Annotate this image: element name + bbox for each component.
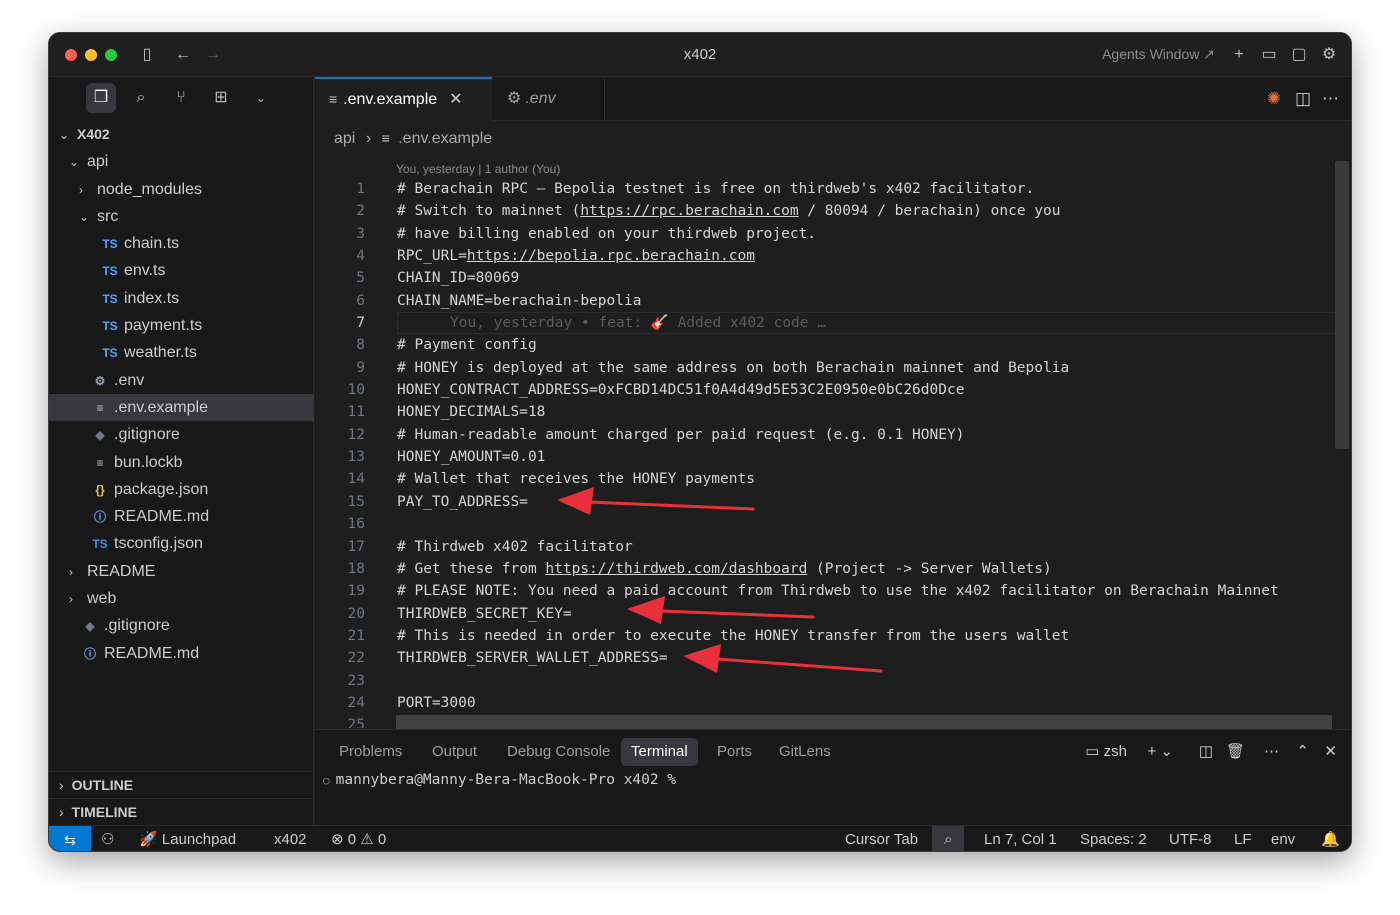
panel-tab-gitlens[interactable]: GitLens [769,738,841,766]
terminal-icon: ▭ [1085,743,1100,760]
accounts-icon[interactable]: ⚇ [101,826,114,851]
status-bar: ⇆ ⚇ 🚀 Launchpad x402 ⊗ 0 ⚠ 0 Cursor Tab … [49,825,1351,851]
prompt-dot-icon: ○ [323,774,330,787]
arrow-pay-to-address [557,487,755,515]
close-panel-icon[interactable]: ✕ [1324,742,1337,760]
bottom-panel: Problems Output Debug Console Terminal Ports… [315,729,1351,825]
notifications-bell-icon[interactable]: 🔔 [1321,826,1340,851]
panel-tab-debug-console[interactable]: Debug Console [497,738,620,766]
cursor-position[interactable]: Ln 7, Col 1 [984,826,1057,851]
terminal-prompt: mannybera@Manny-Bera-MacBook-Pro x402 % [335,772,677,788]
line-endings[interactable]: LF [1234,826,1252,851]
terminal-output[interactable]: ○ mannybera@Manny-Bera-MacBook-Pro x402 % [323,772,676,788]
error-icon: ⊗ [331,831,344,848]
editor-window: ▯ ← → x402 Agents Window ↗ + ▭ ▢ ⚙ ❐ ⌕ ⑂… [48,32,1352,852]
language-mode[interactable]: env [1271,826,1295,851]
warning-icon: ⚠ [360,831,374,848]
remote-icon[interactable]: ⇆ [49,826,91,851]
maximize-panel-icon[interactable]: ⌃ [1296,742,1309,760]
repo-name[interactable]: x402 [274,826,307,851]
rocket-icon: 🚀 [139,831,158,848]
trash-icon[interactable]: 🗑 [1226,742,1245,760]
panel-tab-output[interactable]: Output [422,738,487,766]
zoom-icon[interactable]: ⌕ [932,826,965,851]
split-terminal-icon[interactable]: ◫ [1199,742,1213,760]
new-terminal-icon[interactable]: + ⌄ [1148,742,1174,760]
encoding[interactable]: UTF-8 [1169,826,1212,851]
indentation[interactable]: Spaces: 2 [1080,826,1147,851]
panel-tab-terminal[interactable]: Terminal [621,738,698,766]
problems-indicator[interactable]: ⊗ 0 ⚠ 0 [331,826,387,851]
launchpad-label: Launchpad [161,831,237,848]
more-icon[interactable]: ⋯ [1264,742,1279,760]
arrow-thirdweb-secret-key [627,596,815,624]
panel-tab-problems[interactable]: Problems [329,738,412,766]
terminal-shell-selector[interactable]: ▭ zsh [1085,742,1127,760]
shell-label: zsh [1103,743,1127,760]
warning-count: 0 [377,831,387,848]
error-count: 0 [347,831,357,848]
arrow-server-wallet-address [683,644,883,673]
panel-tab-ports[interactable]: Ports [707,738,762,766]
launchpad-button[interactable]: 🚀 Launchpad [139,826,237,851]
cursor-tab-button[interactable]: Cursor Tab [845,826,918,851]
